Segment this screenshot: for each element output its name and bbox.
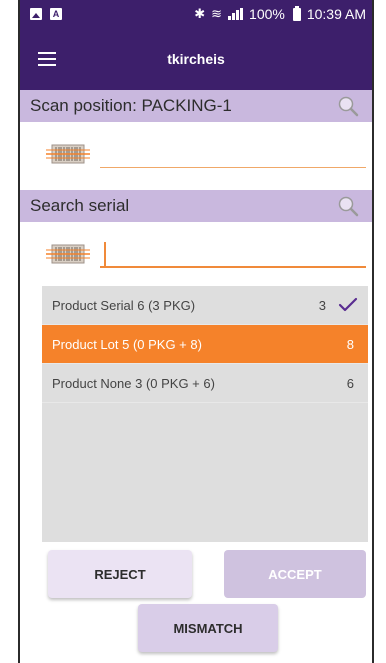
scan-position-row [20, 124, 372, 180]
status-bar: A ✱ ≋ 100% 10:39 AM [20, 0, 372, 28]
battery-icon [292, 5, 301, 21]
search-serial-label: Search serial [30, 196, 130, 215]
list-item[interactable]: Product None 3 (0 PKG + 6) 6 [42, 364, 368, 403]
image-icon [30, 8, 42, 20]
scan-position-header: Scan position: PACKING-1 [20, 90, 372, 122]
list-item[interactable]: Product Lot 5 (0 PKG + 8) 8 [42, 325, 368, 364]
barcode-scanner-icon [46, 144, 90, 164]
search-icon[interactable] [336, 194, 360, 218]
status-time: 10:39 AM [306, 6, 366, 22]
accept-button[interactable]: ACCEPT [224, 550, 366, 598]
wifi-icon: ≋ [211, 6, 223, 21]
search-serial-input[interactable] [100, 238, 366, 268]
search-serial-row [20, 224, 372, 280]
item-name: Product None 3 (0 PKG + 6) [52, 375, 215, 391]
item-count: 6 [346, 375, 354, 391]
barcode-scanner-icon [46, 244, 90, 264]
item-count: 8 [346, 336, 354, 352]
item-name: Product Serial 6 (3 PKG) [52, 297, 196, 313]
reject-button[interactable]: REJECT [48, 550, 192, 598]
item-count: 3 [318, 297, 326, 313]
item-list: Product Serial 6 (3 PKG) 3 Product Lot 5… [42, 286, 368, 542]
search-serial-header: Search serial [20, 190, 372, 222]
mismatch-button[interactable]: MISMATCH [138, 604, 278, 652]
text-cursor [104, 242, 106, 266]
app-title: tkircheis [167, 51, 225, 67]
device-frame: A ✱ ≋ 100% 10:39 AM tkircheis Scan posit… [18, 0, 374, 663]
scan-position-label: Scan position: PACKING-1 [30, 96, 232, 115]
list-item[interactable]: Product Serial 6 (3 PKG) 3 [42, 286, 368, 325]
status-right: ✱ ≋ 100% 10:39 AM [194, 5, 366, 22]
item-name: Product Lot 5 (0 PKG + 8) [52, 336, 202, 352]
bluetooth-icon: ✱ [194, 6, 206, 21]
notification-icon: A [50, 8, 62, 20]
signal-icon [228, 8, 244, 20]
checkmark-icon [338, 297, 358, 312]
status-left: A [30, 8, 62, 20]
scan-position-input[interactable] [100, 138, 366, 168]
battery-percent: 100% [249, 6, 285, 22]
app-bar: tkircheis [20, 28, 372, 90]
menu-icon[interactable] [38, 52, 56, 66]
search-icon[interactable] [336, 94, 360, 118]
